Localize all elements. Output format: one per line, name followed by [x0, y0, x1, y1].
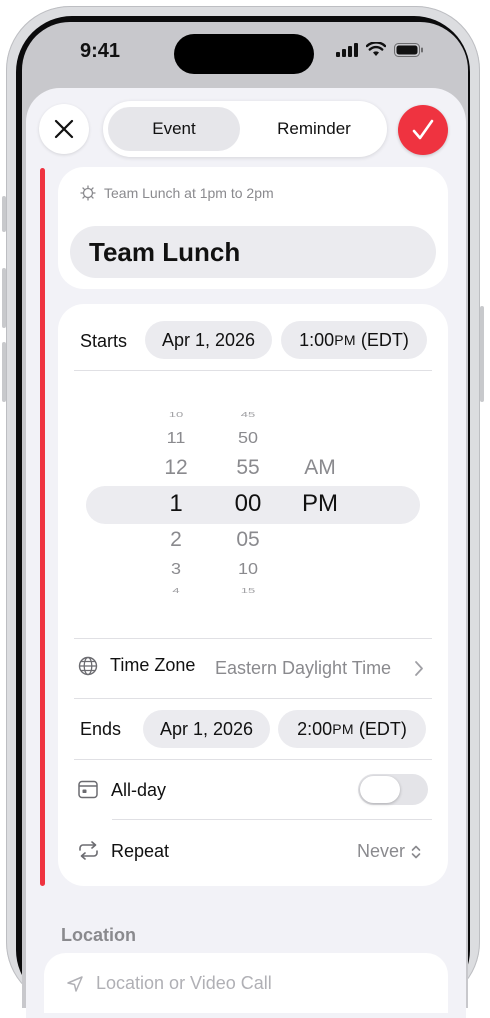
divider — [74, 638, 432, 639]
volume-down-button — [2, 342, 6, 402]
globe-icon — [78, 656, 98, 675]
starts-time-value: 1:00 — [299, 329, 335, 350]
ampm-wheel[interactable]: AM PM — [290, 392, 350, 606]
sparkle-icon — [80, 185, 96, 201]
repeat-icon — [79, 841, 98, 860]
event-suggestion[interactable]: Team Lunch at 1pm to 2pm — [80, 185, 274, 201]
starts-label: Starts — [80, 331, 128, 351]
divider — [74, 759, 432, 760]
wifi-icon — [366, 42, 386, 56]
minute-option: 05 — [236, 528, 260, 551]
ends-time-button[interactable]: 2:00 PM (EDT) — [278, 710, 426, 748]
hour-option: 10 — [168, 410, 184, 419]
ends-time-value: 2:00 — [297, 718, 333, 739]
location-arrow-icon — [67, 976, 83, 992]
checkmark-icon — [412, 119, 434, 140]
minute-option: 15 — [240, 586, 256, 595]
chevron-right-icon — [415, 661, 423, 676]
minute-wheel[interactable]: 45 50 55 00 05 10 15 — [218, 392, 278, 606]
location-header: Location — [61, 925, 136, 945]
time-zone-label: Time Zone — [110, 655, 196, 675]
minute-option: 10 — [237, 560, 259, 578]
all-day-label: All-day — [111, 780, 167, 800]
status-time: 9:41 — [80, 40, 121, 62]
ends-ampm: PM — [332, 721, 354, 737]
cellular-signal-icon — [336, 42, 358, 57]
hour-wheel[interactable]: 10 11 12 1 2 3 4 — [146, 392, 206, 606]
suggestion-text: Team Lunch at 1pm to 2pm — [104, 185, 274, 201]
status-icons — [336, 42, 424, 57]
divider — [112, 819, 432, 820]
hour-option: 2 — [170, 528, 182, 551]
repeat-selector[interactable]: Never — [357, 841, 421, 862]
done-button[interactable] — [398, 105, 448, 155]
time-zone-row[interactable]: Time Zone — [78, 655, 195, 676]
close-button[interactable] — [39, 104, 89, 154]
starts-tz: (EDT) — [360, 329, 409, 350]
chevron-updown-icon — [411, 845, 421, 858]
hour-option: 3 — [170, 560, 181, 578]
ends-date-button[interactable]: Apr 1, 2026 — [143, 710, 270, 748]
minute-option: 50 — [237, 429, 259, 447]
reminder-tab[interactable]: Reminder — [246, 107, 382, 151]
toggle-knob — [360, 776, 400, 803]
calendar-icon — [78, 780, 98, 799]
side-button — [2, 196, 6, 232]
event-type-segmented-control: Event Reminder — [103, 101, 387, 157]
hour-option: 12 — [164, 456, 188, 479]
starts-date-button[interactable]: Apr 1, 2026 — [145, 321, 272, 359]
starts-ampm: PM — [334, 332, 356, 348]
repeat-value: Never — [357, 841, 406, 861]
starts-time-button[interactable]: 1:00 PM (EDT) — [281, 321, 427, 359]
event-tab[interactable]: Event — [108, 107, 240, 151]
all-day-toggle[interactable] — [358, 774, 428, 805]
minute-selected: 00 — [234, 490, 262, 517]
hour-selected: 1 — [169, 490, 183, 517]
ampm-selected: PM — [302, 490, 338, 517]
repeat-label: Repeat — [111, 841, 170, 861]
minute-option: 55 — [236, 456, 260, 479]
minute-option: 45 — [240, 410, 256, 419]
ends-tz: (EDT) — [358, 718, 407, 739]
divider — [74, 370, 432, 371]
location-field[interactable]: Location or Video Call — [96, 973, 272, 994]
volume-up-button — [2, 268, 6, 328]
calendar-color-bar — [40, 168, 45, 886]
time-zone-value[interactable]: Eastern Daylight Time — [215, 658, 391, 679]
ends-label: Ends — [80, 719, 122, 739]
divider — [74, 698, 432, 699]
close-icon — [54, 119, 74, 139]
event-title-field[interactable]: Team Lunch — [70, 226, 436, 278]
hour-option: 4 — [172, 586, 180, 595]
power-button — [480, 306, 484, 402]
battery-icon — [394, 42, 423, 57]
hour-option: 11 — [166, 429, 186, 447]
dynamic-island — [174, 34, 314, 74]
ampm-option: AM — [304, 456, 336, 479]
